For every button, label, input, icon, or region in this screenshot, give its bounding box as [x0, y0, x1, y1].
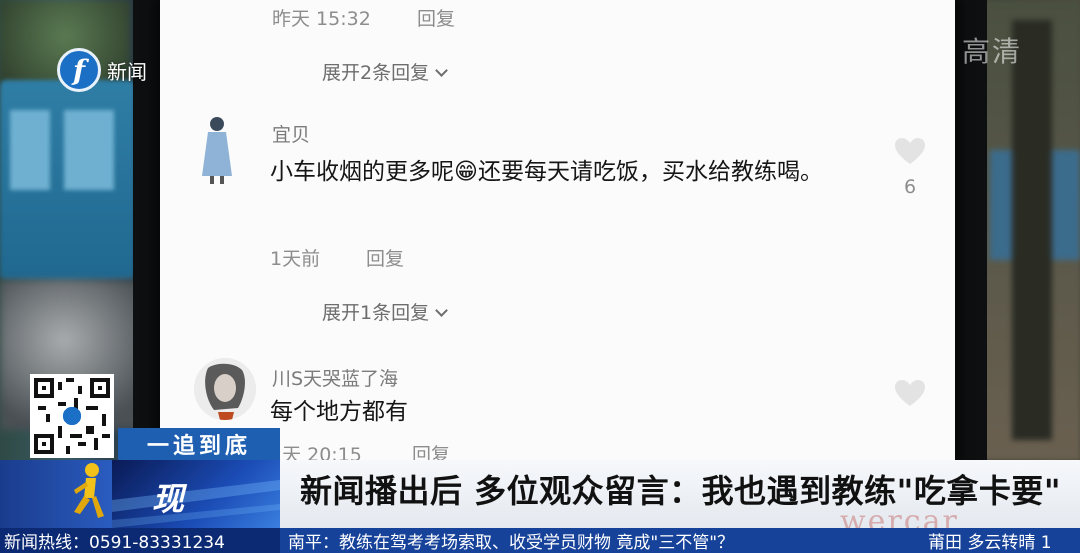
avatar[interactable]	[190, 114, 242, 186]
news-ticker: 新闻热线：0591-83331234 南平：教练在驾考考场索取、收受学员财物 竟…	[0, 528, 1080, 553]
avatar-figure-icon	[202, 117, 232, 184]
runner-mascot-icon	[74, 463, 104, 518]
reply-button[interactable]: 回复	[366, 244, 404, 271]
background-pole	[1012, 20, 1052, 440]
like-heart-icon[interactable]	[893, 136, 927, 166]
expand-replies-label: 展开1条回复	[322, 302, 430, 324]
program-logo-graphic-icon	[112, 480, 280, 528]
channel-name: 新闻	[107, 59, 147, 84]
comment-time: 昨天 15:32	[272, 8, 371, 30]
phone-comment-screen: 昨天 15:32 回复 展开2条回复 宜贝 小车收烟的更多呢😁还要每天请吃饭，买…	[160, 0, 955, 460]
hd-badge: 高清	[961, 35, 1022, 68]
comment-text: 小车收烟的更多呢😁还要每天请吃饭，买水给教练喝。	[270, 159, 823, 185]
commenter-name[interactable]: 川S天哭蓝了海	[272, 364, 398, 391]
segment-tag: 一追到底	[118, 428, 280, 460]
qr-code	[30, 374, 114, 458]
comment-time: 1天前	[270, 248, 321, 270]
ticker-text: 南平：教练在驾考考场索取、收受学员财物 竟成"三不管"？	[288, 533, 735, 553]
chevron-down-icon	[435, 304, 448, 317]
avatar-portrait-icon	[194, 358, 256, 420]
expand-replies-button[interactable]: 展开2条回复	[322, 58, 448, 85]
hotline: 新闻热线：0591-83331234	[0, 528, 280, 553]
like-count: 6	[903, 176, 917, 198]
like-heart-icon[interactable]	[893, 378, 927, 408]
program-logo-text: 现	[152, 480, 185, 518]
comment-time: 2天 20:15	[270, 444, 362, 460]
channel-logo: f 新闻	[57, 48, 147, 92]
reply-button[interactable]: 回复	[412, 440, 450, 460]
chevron-down-icon	[435, 64, 448, 77]
background-bus-window	[64, 110, 114, 190]
commenter-name[interactable]: 宜贝	[272, 120, 310, 147]
weather-info: 莆田 多云转晴 1	[928, 533, 1052, 553]
qr-code-icon	[34, 378, 110, 454]
avatar[interactable]	[194, 358, 256, 420]
program-logo: 现	[112, 460, 280, 528]
channel-logo-icon: f	[57, 48, 101, 92]
expand-replies-button[interactable]: 展开1条回复	[322, 298, 448, 325]
background-bus-window	[10, 110, 50, 190]
reply-button[interactable]: 回复	[417, 4, 455, 31]
expand-replies-label: 展开2条回复	[322, 62, 430, 84]
comment-text: 每个地方都有	[270, 399, 408, 425]
